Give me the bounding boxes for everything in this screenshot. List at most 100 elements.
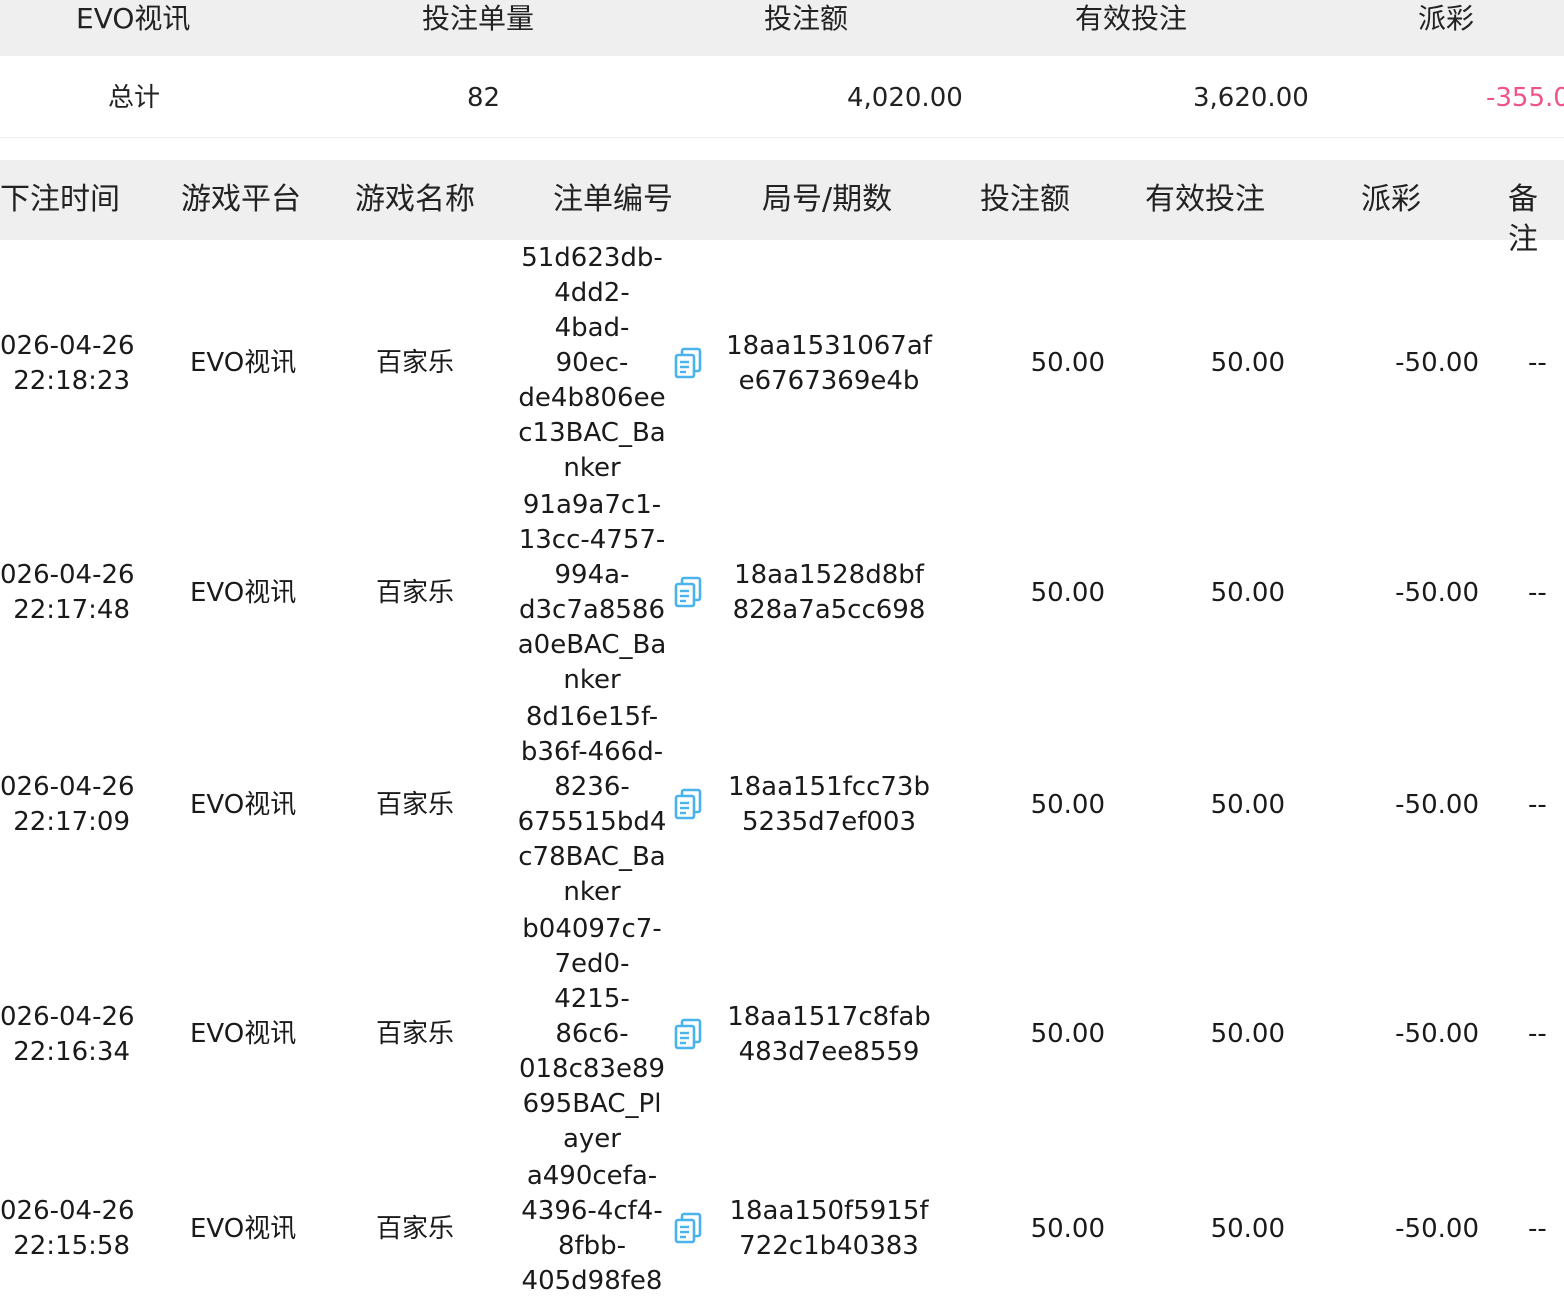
valid-bet-cell: 50.00 xyxy=(1210,1213,1285,1244)
col-header-round: 局号/期数 xyxy=(762,182,893,217)
game-name-cell: 百家乐 xyxy=(376,577,455,608)
bet-id-line: nker xyxy=(563,665,621,695)
col-header-time: 下注时间 xyxy=(0,182,120,217)
note-cell: -- xyxy=(1528,789,1547,820)
round-id-line: 18aa1531067af xyxy=(726,330,932,361)
summary-bet-amount: 4,020.00 xyxy=(847,83,963,113)
note-cell: -- xyxy=(1528,348,1547,378)
round-id-line: 18aa150f5915f xyxy=(729,1196,929,1226)
payout-cell: -50.00 xyxy=(1395,577,1479,608)
bet-id-line: 8fbb- xyxy=(557,1231,627,1261)
bet-time: 22:15:58 xyxy=(13,1231,130,1261)
platform-cell: EVO视讯 xyxy=(190,577,297,608)
summary-header-order-count: 投注单量 xyxy=(422,2,535,35)
table-header: 下注时间 游戏平台 游戏名称 注单编号 局号/期数 投注额 有效投注 派彩 备注 xyxy=(0,160,1564,257)
bet-amount-cell: 50.00 xyxy=(1030,1019,1105,1049)
bet-id-line: 4396-4cf4- xyxy=(521,1196,663,1226)
bet-id-line: 4215- xyxy=(554,984,630,1014)
bet-id-line: de4b806ee xyxy=(518,383,666,413)
bet-id-line: 51d623db- xyxy=(521,243,663,273)
bet-id-line: 4bad- xyxy=(554,313,630,343)
bet-id-line: b04097c7- xyxy=(522,914,662,944)
bet-id-line: 4dd2- xyxy=(554,278,630,308)
valid-bet-cell: 50.00 xyxy=(1210,1019,1285,1049)
bet-amount-cell: 50.00 xyxy=(1030,577,1105,608)
bet-id-line: ayer xyxy=(562,1124,621,1154)
copy-icon[interactable] xyxy=(673,576,703,608)
payout-cell: -50.00 xyxy=(1395,1019,1479,1049)
game-name-cell: 百家乐 xyxy=(376,1213,455,1244)
bet-id-line: 695BAC_Pl xyxy=(522,1089,662,1119)
bet-id-line: 994a- xyxy=(554,560,630,590)
col-header-platform: 游戏平台 xyxy=(181,182,301,217)
platform-cell: EVO视讯 xyxy=(190,348,297,378)
bet-time: 026-04-26 xyxy=(0,560,135,590)
col-header-valid-bet: 有效投注 xyxy=(1145,182,1265,217)
copy-icon[interactable] xyxy=(673,347,703,379)
bet-id-line: c13BAC_Ba xyxy=(518,418,666,448)
bet-id-line: 675515bd4 xyxy=(517,807,667,837)
summary-payout: -355.0 xyxy=(1486,83,1564,113)
summary-valid-bet: 3,620.00 xyxy=(1193,83,1309,113)
bet-id-line: 8d16e15f- xyxy=(525,702,659,732)
bet-id-line: 86c6- xyxy=(555,1019,629,1049)
round-id-line: 5235d7ef003 xyxy=(742,807,916,837)
copy-icon[interactable] xyxy=(673,788,703,820)
bet-id-line: 91a9a7c1- xyxy=(522,490,662,520)
bet-amount-cell: 50.00 xyxy=(1030,789,1105,820)
bet-id-line: 13cc-4757- xyxy=(518,525,666,555)
bet-time: 026-04-26 xyxy=(0,330,135,361)
bet-id-line: 018c83e89 xyxy=(518,1054,666,1084)
summary-header: EVO视讯 投注单量 投注额 有效投注 派彩 xyxy=(0,0,1564,56)
game-name-cell: 百家乐 xyxy=(376,348,455,378)
bet-id-line: 7ed0- xyxy=(554,949,630,979)
bet-time: 026-04-26 xyxy=(0,1001,135,1032)
round-id-line: e6767369e4b xyxy=(738,365,920,396)
bet-amount-cell: 50.00 xyxy=(1030,348,1105,378)
round-id-line: 18aa151fcc73b xyxy=(728,772,930,802)
bet-id-line: 405d98fe8 xyxy=(521,1266,663,1296)
bet-id-line: 8236- xyxy=(554,772,630,802)
bet-id-line: a490cefa- xyxy=(526,1161,658,1191)
valid-bet-cell: 50.00 xyxy=(1210,789,1285,820)
bet-time: 22:16:34 xyxy=(13,1036,130,1067)
game-name-cell: 百家乐 xyxy=(376,789,455,820)
bet-id-line: 90ec- xyxy=(555,348,629,378)
summary-header-payout: 派彩 xyxy=(1418,2,1475,35)
bet-id-line: nker xyxy=(563,453,621,483)
platform-cell: EVO视讯 xyxy=(190,789,297,820)
game-name-cell: 百家乐 xyxy=(376,1019,455,1049)
col-header-game: 游戏名称 xyxy=(355,182,475,217)
platform-cell: EVO视讯 xyxy=(190,1019,297,1049)
bet-amount-cell: 50.00 xyxy=(1030,1213,1105,1244)
round-id-line: 483d7ee8559 xyxy=(738,1036,920,1067)
summary-order-count: 82 xyxy=(467,83,501,113)
round-id-line: 828a7a5cc698 xyxy=(732,595,926,625)
payout-cell: -50.00 xyxy=(1395,789,1479,820)
round-id-line: 18aa1528d8bf xyxy=(734,560,924,590)
summary-header-bet-amount: 投注额 xyxy=(764,2,849,35)
bet-time: 22:17:48 xyxy=(13,595,130,625)
platform-cell: EVO视讯 xyxy=(190,1213,297,1244)
summary-totals-row: 总计 82 4,020.00 3,620.00 -355.0 xyxy=(0,56,1564,138)
copy-icon[interactable] xyxy=(673,1018,703,1050)
summary-header-platform: EVO视讯 xyxy=(76,2,191,35)
valid-bet-cell: 50.00 xyxy=(1210,577,1285,608)
valid-bet-cell: 50.00 xyxy=(1210,348,1285,378)
bet-id-line: d3c7a8586 xyxy=(519,595,665,625)
round-id-line: 18aa1517c8fab xyxy=(727,1001,931,1032)
bet-id-line: c78BAC_Ba xyxy=(518,842,666,872)
bet-id-line: nker xyxy=(563,877,621,907)
col-header-payout: 派彩 xyxy=(1361,182,1421,217)
summary-header-valid-bet: 有效投注 xyxy=(1075,2,1188,35)
col-header-bet-amount: 投注额 xyxy=(980,182,1070,217)
note-cell: -- xyxy=(1528,577,1547,608)
copy-icon[interactable] xyxy=(673,1212,703,1244)
bet-time: 22:18:23 xyxy=(13,365,130,396)
bet-id-line: b36f-466d- xyxy=(520,737,664,767)
bet-time: 22:17:09 xyxy=(13,807,130,837)
summary-label: 总计 xyxy=(108,83,161,113)
bet-time: 026-04-26 xyxy=(0,1196,135,1226)
note-cell: -- xyxy=(1528,1019,1547,1049)
note-cell: -- xyxy=(1528,1213,1547,1244)
